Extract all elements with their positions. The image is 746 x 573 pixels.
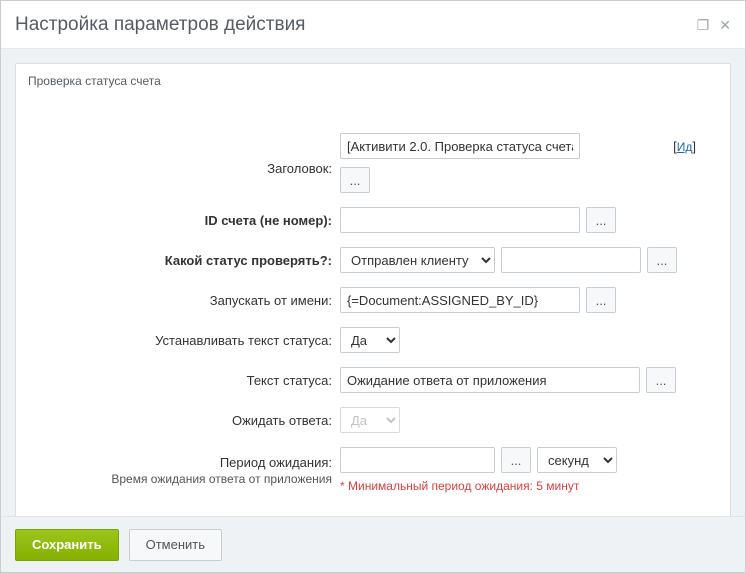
- row-title: Заголовок: [Ид] ...: [46, 126, 700, 200]
- panel: Проверка статуса счета Заголовок: [Ид]: [15, 63, 731, 516]
- account-id-input[interactable]: [340, 207, 580, 233]
- wait-answer-select: Да: [340, 407, 400, 433]
- dialog-title: Настройка параметров действия: [15, 14, 305, 36]
- wait-unit-select[interactable]: секунд: [537, 447, 617, 473]
- dialog-footer: Сохранить Отменить: [1, 516, 745, 572]
- label-run-as: Запускать от имени:: [46, 280, 336, 320]
- dialog-window-controls: ❐ ✕: [697, 18, 731, 32]
- id-mode-link[interactable]: Ид: [677, 140, 693, 154]
- status-extra-input[interactable]: [501, 247, 641, 273]
- status-text-dots-button[interactable]: ...: [646, 367, 676, 393]
- wait-period-dots-button[interactable]: ...: [501, 447, 531, 473]
- close-icon[interactable]: ✕: [719, 18, 731, 32]
- label-title: Заголовок:: [46, 126, 336, 200]
- dialog-header: Настройка параметров действия ❐ ✕: [1, 1, 745, 49]
- wait-period-input[interactable]: [340, 447, 495, 473]
- row-wait-answer: Ожидать ответа: Да: [46, 400, 700, 440]
- row-account-id: ID счета (не номер): ...: [46, 200, 700, 240]
- panel-body: Заголовок: [Ид] ...: [16, 96, 730, 516]
- title-dots-button[interactable]: ...: [340, 167, 370, 193]
- label-status-text: Текст статуса:: [46, 360, 336, 400]
- row-run-as: Запускать от имени: ...: [46, 280, 700, 320]
- label-wait-period-main: Период ожидания:: [220, 455, 332, 470]
- status-select[interactable]: Отправлен клиенту: [340, 247, 495, 273]
- maximize-icon[interactable]: ❐: [697, 18, 710, 32]
- dialog-body: Проверка статуса счета Заголовок: [Ид]: [1, 49, 745, 516]
- form-table: Заголовок: [Ид] ...: [46, 126, 700, 500]
- save-button[interactable]: Сохранить: [15, 529, 119, 561]
- row-set-status-text: Устанавливать текст статуса: Да: [46, 320, 700, 360]
- row-wait-period: Период ожидания: Время ожидания ответа о…: [46, 440, 700, 500]
- label-set-status-text: Устанавливать текст статуса:: [46, 320, 336, 360]
- status-text-input[interactable]: [340, 367, 640, 393]
- row-status-text: Текст статуса: ...: [46, 360, 700, 400]
- title-input[interactable]: [340, 133, 580, 159]
- run-as-dots-button[interactable]: ...: [586, 287, 616, 313]
- label-wait-period-sub: Время ожидания ответа от приложения: [50, 472, 332, 486]
- panel-title: Проверка статуса счета: [16, 64, 730, 96]
- label-wait-period: Период ожидания: Время ожидания ответа о…: [46, 440, 336, 500]
- label-which-status: Какой статус проверять?:: [46, 240, 336, 280]
- run-as-input[interactable]: [340, 287, 580, 313]
- status-dots-button[interactable]: ...: [647, 247, 677, 273]
- account-id-dots-button[interactable]: ...: [586, 207, 616, 233]
- wait-period-note: * Минимальный период ожидания: 5 минут: [340, 479, 696, 493]
- cancel-button[interactable]: Отменить: [129, 529, 222, 561]
- label-wait-answer: Ожидать ответа:: [46, 400, 336, 440]
- dialog-window: Настройка параметров действия ❐ ✕ Провер…: [0, 0, 746, 573]
- row-which-status: Какой статус проверять?: Отправлен клиен…: [46, 240, 700, 280]
- set-status-text-select[interactable]: Да: [340, 327, 400, 353]
- label-account-id: ID счета (не номер):: [46, 200, 336, 240]
